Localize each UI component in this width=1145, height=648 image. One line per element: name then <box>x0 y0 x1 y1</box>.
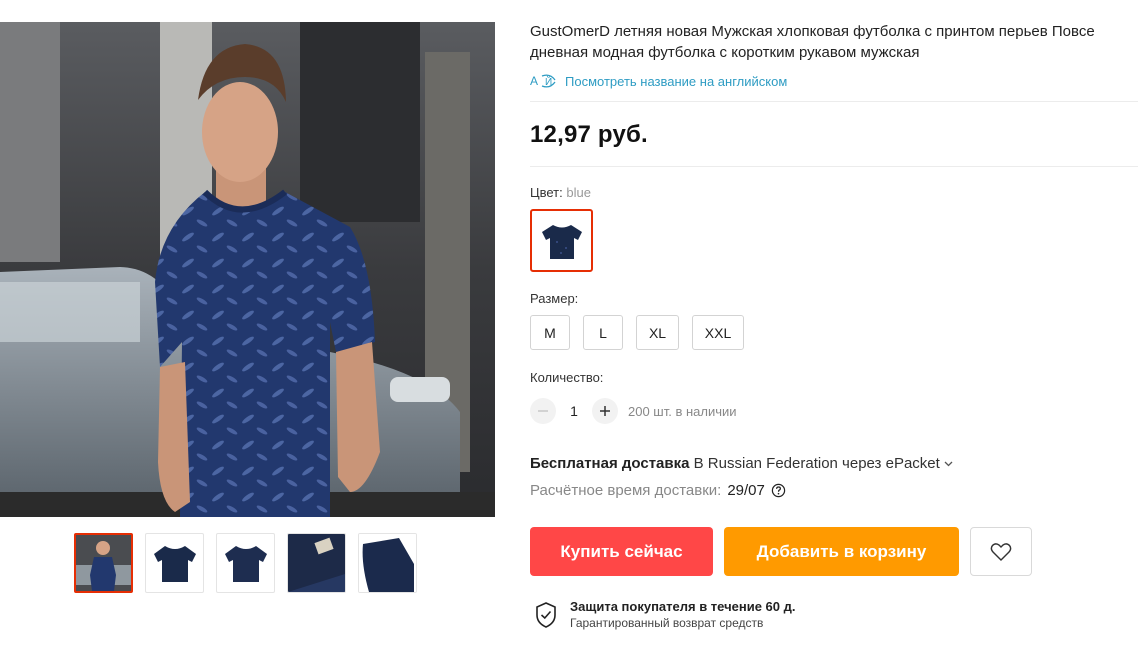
help-circle-icon[interactable] <box>771 483 786 498</box>
product-title-line2: дневная модная футболка с коротким рукав… <box>530 44 920 61</box>
quantity-stepper: 1 200 шт. в наличии <box>530 398 737 424</box>
color-swatch-blue[interactable] <box>530 209 593 272</box>
shield-check-icon <box>536 601 556 628</box>
price: 12,97 руб. <box>530 121 648 148</box>
protection-subtitle: Гарантированный возврат средств <box>570 616 764 630</box>
product-title-line1: GustOmerD летняя новая Мужская хлопковая… <box>530 23 1095 40</box>
size-option-l[interactable]: L <box>583 315 623 350</box>
size-option-xxl[interactable]: XXL <box>692 315 744 350</box>
heart-icon <box>990 542 1012 561</box>
divider <box>530 166 1138 167</box>
quantity-label: Количество: <box>530 370 604 385</box>
quantity-value[interactable]: 1 <box>556 403 592 419</box>
shipping-info[interactable]: Бесплатная доставка В Russian Federation… <box>530 455 953 472</box>
quantity-decrease-button[interactable] <box>530 398 556 424</box>
buy-now-button[interactable]: Купить сейчас <box>530 527 713 576</box>
free-shipping-label: Бесплатная доставка <box>530 455 690 472</box>
thumbnail-4[interactable] <box>287 533 346 593</box>
svg-text:Й: Й <box>545 75 552 88</box>
tshirt-swatch-image <box>541 224 582 259</box>
minus-icon <box>538 410 548 412</box>
size-option-xl[interactable]: XL <box>636 315 679 350</box>
delivery-estimate: Расчётное время доставки: 29/07 <box>530 482 786 499</box>
add-to-cart-button[interactable]: Добавить в корзину <box>724 527 959 576</box>
thumbnail-1[interactable] <box>74 533 133 593</box>
plus-icon <box>600 406 610 416</box>
buyer-protection: Защита покупателя в течение 60 д. Гарант… <box>534 598 795 631</box>
translate-link[interactable]: A Й Посмотреть название на английском <box>530 72 787 90</box>
size-option-m[interactable]: M <box>530 315 570 350</box>
protection-text: Защита покупателя в течение 60 д. Гарант… <box>570 598 795 631</box>
color-label: Цвет: <box>530 185 563 200</box>
main-product-image[interactable] <box>0 22 495 517</box>
thumbnail-2[interactable] <box>145 533 204 593</box>
translate-link-text: Посмотреть название на английском <box>565 73 788 89</box>
quantity-increase-button[interactable] <box>592 398 618 424</box>
translate-icon: A Й <box>530 74 556 88</box>
thumbnail-strip <box>74 533 417 593</box>
delivery-label: Расчётное время доставки: <box>530 482 722 499</box>
divider <box>530 101 1138 102</box>
thumbnail-3[interactable] <box>216 533 275 593</box>
protection-title: Защита покупателя в течение 60 д. <box>570 599 796 614</box>
product-title: GustOmerD летняя новая Мужская хлопковая… <box>530 21 1145 63</box>
stock-count: 200 шт. в наличии <box>628 403 737 419</box>
svg-text:A: A <box>530 74 538 88</box>
size-label: Размер: <box>530 291 579 306</box>
shipping-destination: В Russian Federation через ePacket <box>689 455 944 472</box>
color-label-row: Цвет: blue <box>530 185 591 200</box>
chevron-down-icon <box>944 461 953 467</box>
wishlist-button[interactable] <box>970 527 1032 576</box>
delivery-date: 29/07 <box>727 482 765 499</box>
size-options: M L XL XXL <box>530 315 744 350</box>
color-value: blue <box>566 185 591 200</box>
thumbnail-5[interactable] <box>358 533 417 593</box>
